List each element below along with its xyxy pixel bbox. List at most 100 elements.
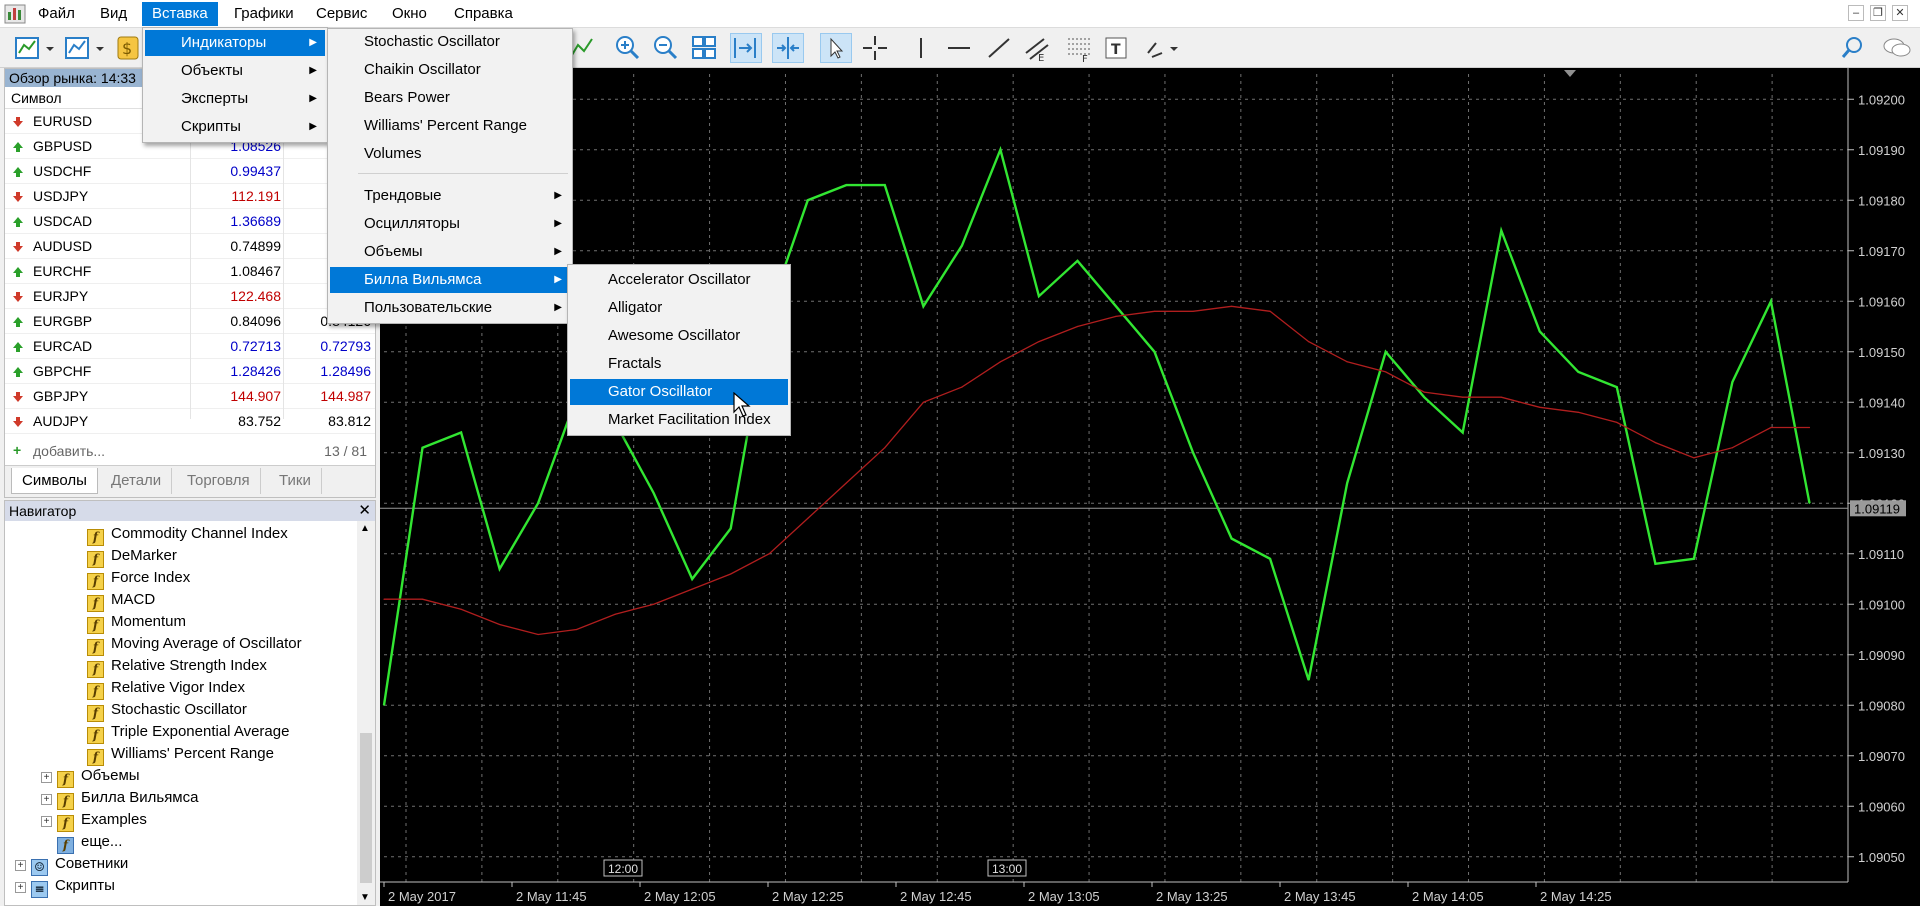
chat-icon[interactable] — [1880, 33, 1914, 63]
navigator-group-item[interactable]: f еще... — [41, 831, 122, 854]
navigator-indicator-item[interactable]: f Relative Vigor Index — [87, 677, 245, 700]
menu-item-experts[interactable]: Эксперты ▶ — [145, 86, 325, 112]
menu-item-indicators[interactable]: Индикаторы ▶ — [145, 30, 325, 56]
restore-icon[interactable]: ❐ — [1870, 5, 1886, 21]
zoom-out-icon[interactable] — [650, 33, 680, 63]
tab-symbols[interactable]: Символы — [11, 468, 98, 494]
scroll-down-icon[interactable]: ▼ — [360, 892, 370, 903]
menu-item-awesome[interactable]: Awesome Oscillator — [570, 323, 788, 349]
trendline-icon[interactable] — [984, 33, 1014, 63]
data-point — [1731, 381, 1734, 383]
tab-details[interactable]: Детали — [101, 468, 173, 494]
new-chart-icon[interactable] — [12, 33, 56, 63]
arrow-up-icon — [13, 367, 23, 377]
symbol-name: GBPCHF — [33, 363, 92, 379]
tab-trading[interactable]: Торговля — [177, 468, 261, 494]
horizontal-line-icon[interactable] — [944, 33, 974, 63]
scroll-up-icon[interactable]: ▲ — [360, 523, 370, 534]
autoscroll-icon[interactable] — [772, 33, 804, 63]
menu-item-bears-power[interactable]: Bears Power — [330, 85, 570, 111]
add-symbol-link[interactable]: добавить... — [33, 443, 105, 459]
menu-item-gator[interactable]: Gator Oscillator — [570, 379, 788, 405]
menu-item-objects[interactable]: Объекты ▶ — [145, 58, 325, 84]
vertical-line-icon[interactable] — [906, 33, 936, 63]
menu-item-scripts[interactable]: Скрипты ▶ — [145, 114, 325, 140]
symbol-name: GBPUSD — [33, 138, 93, 154]
expand-icon[interactable]: + — [15, 860, 26, 871]
navigator-root-item[interactable]: + ☺ Советники — [15, 853, 128, 876]
expand-icon[interactable]: + — [41, 794, 52, 805]
equidistant-channel-icon[interactable]: E — [1022, 33, 1052, 63]
menu-help[interactable]: Справка — [444, 2, 523, 26]
navigator-group-item[interactable]: + f Объемы — [41, 765, 140, 788]
chart-shift-icon[interactable] — [730, 33, 762, 63]
navigator-indicator-item[interactable]: f Moving Average of Oscillator — [87, 633, 302, 656]
navigator-indicator-item[interactable]: f Commodity Channel Index — [87, 523, 288, 546]
menu-item-custom[interactable]: Пользовательские ▶ — [330, 295, 570, 321]
price-label: 1.09110 — [1858, 547, 1904, 562]
navigator-indicator-item[interactable]: f Force Index — [87, 567, 190, 590]
profiles-icon[interactable] — [62, 33, 106, 63]
menu-item-fractals[interactable]: Fractals — [570, 351, 788, 377]
navigator-scrollbar[interactable]: ▲ ▼ — [357, 521, 375, 905]
menu-item-oscillators[interactable]: Осцилляторы ▶ — [330, 211, 570, 237]
expand-icon[interactable]: + — [41, 816, 52, 827]
price-chart[interactable]: 1.09200 1.09190 1.09180 1.09170 1.09160 1.091… — [380, 68, 1920, 906]
scrollbar-thumb[interactable] — [360, 733, 372, 883]
menu-item-chaikin[interactable]: Chaikin Oscillator — [330, 57, 570, 83]
navigator-group-item[interactable]: + f Билла Вильямса — [41, 787, 198, 810]
data-point — [1230, 305, 1233, 307]
crosshair-icon[interactable] — [860, 33, 890, 63]
navigator-indicator-item[interactable]: f Triple Exponential Average — [87, 721, 289, 744]
menu-item-market-facilitation[interactable]: Market Facilitation Index — [570, 407, 788, 433]
close-icon[interactable]: ✕ — [1892, 5, 1908, 21]
menu-view[interactable]: Вид — [90, 2, 137, 26]
menu-item-label: Скрипты — [181, 118, 241, 135]
indicator-label: Relative Vigor Index — [111, 679, 245, 696]
arrow-down-icon — [13, 292, 23, 302]
text-icon[interactable]: T — [1102, 33, 1132, 63]
menu-item-trend[interactable]: Трендовые ▶ — [330, 183, 570, 209]
data-point — [1385, 351, 1387, 353]
navigator-indicator-item[interactable]: f DeMarker — [87, 545, 177, 568]
menu-item-alligator[interactable]: Alligator — [570, 295, 788, 321]
chart-canvas[interactable]: 1.09200 1.09190 1.09180 1.09170 1.09160 1.091… — [380, 68, 1920, 906]
zoom-in-icon[interactable] — [612, 33, 642, 63]
indicator-label: Relative Strength Index — [111, 657, 267, 674]
data-point — [1346, 361, 1348, 363]
navigator-indicator-item[interactable]: f Stochastic Oscillator — [87, 699, 247, 722]
tile-windows-icon[interactable] — [690, 33, 720, 63]
tab-ticks[interactable]: Тики — [269, 468, 322, 494]
close-icon[interactable]: ✕ — [358, 501, 371, 521]
menu-item-volumes[interactable]: Volumes — [330, 141, 570, 167]
menu-file[interactable]: Файл — [28, 2, 85, 26]
menu-item-williams[interactable]: Williams' Percent Range — [330, 113, 570, 139]
price-label: 1.09130 — [1858, 446, 1905, 461]
search-icon[interactable] — [1838, 33, 1868, 63]
menu-window[interactable]: Окно — [382, 2, 437, 26]
menu-item-stochastic[interactable]: Stochastic Oscillator — [330, 29, 570, 55]
expand-icon[interactable]: + — [15, 882, 26, 893]
menu-charts[interactable]: Графики — [224, 2, 304, 26]
navigator-indicator-item[interactable]: f MACD — [87, 589, 155, 612]
chart-shift-marker-icon[interactable] — [1564, 70, 1576, 77]
menu-insert[interactable]: Вставка — [142, 2, 218, 26]
navigator-indicator-item[interactable]: f Momentum — [87, 611, 186, 634]
column-symbol[interactable]: Символ — [5, 90, 61, 106]
navigator-indicator-item[interactable]: f Williams' Percent Range — [87, 743, 274, 766]
fibonacci-icon[interactable]: F — [1064, 33, 1094, 63]
expand-icon[interactable]: + — [41, 772, 52, 783]
menu-item-bill-williams[interactable]: Билла Вильямса ▶ — [330, 267, 570, 293]
arrows-icon[interactable] — [1142, 33, 1182, 63]
bid-price: 0.72713 — [230, 338, 281, 354]
navigator-indicator-item[interactable]: f Relative Strength Index — [87, 655, 267, 678]
navigator-root-item[interactable]: + ≡ Скрипты — [15, 875, 115, 898]
minimize-icon[interactable]: – — [1848, 5, 1864, 21]
navigator-title-bar: Навигатор ✕ — [5, 501, 375, 521]
menu-item-accelerator[interactable]: Accelerator Oscillator — [570, 267, 788, 293]
menu-item-volumes-group[interactable]: Объемы ▶ — [330, 239, 570, 265]
navigator-group-item[interactable]: + f Examples — [41, 809, 147, 832]
coin-icon[interactable]: $ — [114, 33, 144, 63]
menu-service[interactable]: Сервис — [306, 2, 377, 26]
cursor-icon[interactable] — [820, 33, 852, 63]
